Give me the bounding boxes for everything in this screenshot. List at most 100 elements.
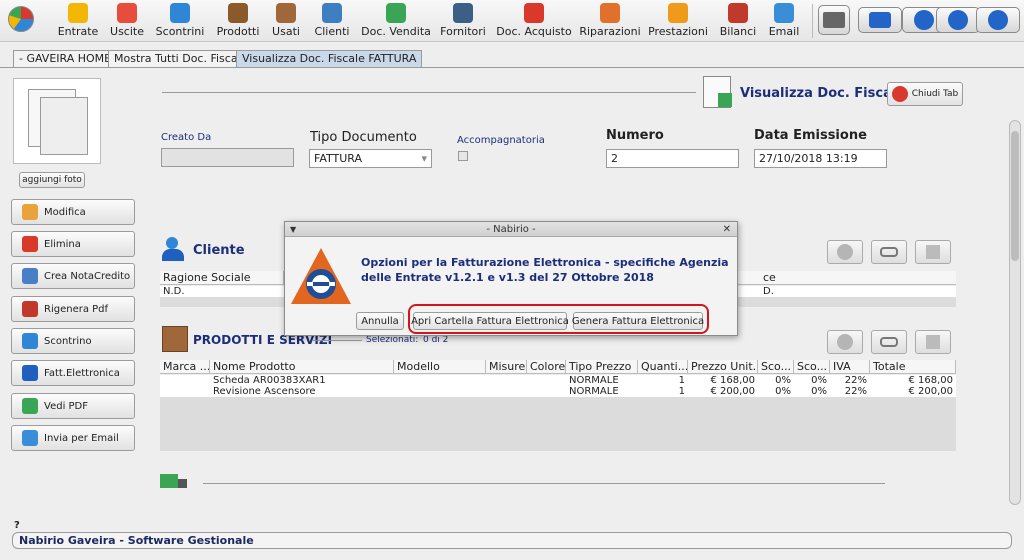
toolbar-item-icon [117, 3, 137, 23]
column-header[interactable]: ce [760, 271, 956, 285]
column-header[interactable]: Tipo Prezzo [566, 360, 638, 374]
client-add-button[interactable] [827, 240, 863, 264]
scrollbar-thumb[interactable] [1011, 131, 1019, 261]
truck-cab [178, 479, 187, 488]
toolbar-item[interactable]: Clienti [304, 0, 360, 40]
toolbar-item-label: Usati [272, 25, 300, 38]
toolbar-item-label: Clienti [314, 25, 350, 38]
dialog-menu-icon[interactable]: ▼ [290, 222, 296, 237]
column-header[interactable]: Quanti... [638, 360, 688, 374]
separator [812, 4, 813, 38]
agenzia-entrate-logo-icon [291, 248, 351, 304]
column-header[interactable]: Totale [870, 360, 956, 374]
toolbar-item[interactable]: Uscite [99, 0, 155, 40]
column-header[interactable]: Sco... [794, 360, 830, 374]
toolbar-item[interactable]: Doc. Vendita [361, 0, 431, 40]
toolbar-item-label: Prestazioni [648, 25, 708, 38]
toolbar-item-label: Prodotti [216, 25, 260, 38]
delete-icon [22, 236, 38, 252]
sidebar-button[interactable]: Elimina [11, 231, 135, 257]
minimize-button[interactable] [936, 7, 980, 33]
accompanying-checkbox[interactable] [458, 151, 468, 161]
sidebar-button[interactable]: Fatt.Elettronica [11, 360, 135, 386]
help-question[interactable]: ? [14, 520, 20, 531]
table-cell: 0% [811, 386, 827, 397]
power-button[interactable] [976, 7, 1020, 33]
toolbar-item-icon [774, 3, 794, 23]
column-header[interactable]: Prezzo Unit... [688, 360, 758, 374]
doc-type-label: Tipo Documento [310, 130, 417, 145]
toolbar-item[interactable]: Email [756, 0, 812, 40]
sidebar-button[interactable]: Scontrino [11, 328, 135, 354]
sidebar-button[interactable]: Rigenera Pdf [11, 296, 135, 322]
page-title: Visualizza Doc. Fiscale [740, 86, 906, 101]
client-delete-button[interactable] [915, 240, 951, 264]
sidebar-button-label: Crea NotaCredito [44, 270, 131, 282]
keyboard-icon [869, 12, 891, 28]
dialog-title: - Nabirio - [486, 224, 536, 235]
toolbar-item-label: Entrate [57, 25, 99, 38]
header-divider [162, 92, 696, 93]
app-logo-icon[interactable] [8, 6, 34, 32]
toolbar-item-icon [524, 3, 544, 23]
dialog-message: Opzioni per la Fatturazione Elettronica … [361, 256, 729, 284]
keyboard-button[interactable] [858, 7, 902, 33]
sidebar-button-label: Vedi PDF [44, 400, 89, 412]
sidebar-button-label: Scontrino [44, 335, 92, 347]
date-field[interactable]: 27/10/2018 13:19 [754, 149, 887, 168]
toolbar-item-icon [322, 3, 342, 23]
toolbar-item-label: Email [768, 25, 800, 38]
client-section-title: Cliente [193, 243, 245, 258]
created-by-field[interactable] [161, 148, 294, 167]
cash-register-icon [823, 12, 845, 28]
cancel-button[interactable]: Annulla [356, 312, 404, 330]
close-icon [891, 86, 908, 102]
sidebar-button[interactable]: Crea NotaCredito [11, 263, 135, 289]
column-header[interactable]: IVA [830, 360, 870, 374]
table-row[interactable]: Scheda AR00383XAR1 NORMALE 1 € 168,00 0% 0% 22… [160, 375, 956, 386]
table-cell: 22% [844, 375, 867, 386]
products-table: Scheda AR00383XAR1 NORMALE 1 € 168,00 0% 0% 22… [160, 375, 956, 451]
toolbar-item[interactable]: Riparazioni [579, 0, 641, 40]
toolbar-item[interactable]: Prestazioni [648, 0, 708, 40]
column-header[interactable]: Sco... [758, 360, 794, 374]
column-header[interactable]: Colore [527, 360, 566, 374]
column-header[interactable]: Ragione Sociale [160, 271, 284, 285]
table-row[interactable]: Revisione Ascensore NORMALE 1 € 200,00 0% 0% 2… [160, 386, 956, 397]
tab-all-fiscal-docs[interactable]: Mostra Tutti Doc. Fiscale [108, 50, 254, 67]
toolbar-item-icon [276, 3, 296, 23]
close-icon[interactable]: ✕ [723, 222, 731, 237]
table-cell: € 168,00 [908, 375, 953, 386]
box-icon [162, 326, 188, 352]
toolbar-item-icon [228, 3, 248, 23]
add-photo-button[interactable]: aggiungi foto [19, 172, 85, 188]
column-header[interactable]: Misure [486, 360, 527, 374]
close-tab-button[interactable]: Chiudi Tab [887, 82, 963, 106]
product-delete-button[interactable] [915, 330, 951, 354]
toolbar-item[interactable]: Entrate [50, 0, 106, 40]
sidebar-button[interactable]: Invia per Email [11, 425, 135, 451]
product-view-button[interactable] [871, 330, 907, 354]
table-cell: 0% [775, 375, 791, 386]
column-header[interactable]: Marca ... [160, 360, 210, 374]
sidebar-button[interactable]: Vedi PDF [11, 393, 135, 419]
toolbar-item[interactable]: Scontrini [152, 0, 208, 40]
document-thumbnail [13, 78, 101, 164]
gear-icon [914, 10, 934, 30]
toolbar-item[interactable]: Fornitori [435, 0, 491, 40]
delivery-divider [203, 483, 885, 484]
number-field[interactable]: 2 [606, 149, 739, 168]
main-toolbar: Entrate Uscite Scontrini Prodotti Usati Clien… [0, 0, 1024, 42]
toolbar-item[interactable]: Doc. Acquisto [496, 0, 572, 40]
doc-type-select[interactable]: FATTURA ▾ [309, 149, 432, 168]
product-add-button[interactable] [827, 330, 863, 354]
table-cell: € 200,00 [710, 386, 755, 397]
sidebar-button[interactable]: Modifica [11, 199, 135, 225]
table-cell: NORMALE [569, 375, 619, 386]
column-header[interactable]: Modello [394, 360, 486, 374]
column-header[interactable]: Nome Prodotto [210, 360, 394, 374]
client-view-button[interactable] [871, 240, 907, 264]
cash-register-button[interactable] [818, 5, 850, 35]
tab-view-invoice[interactable]: Visualizza Doc. Fiscale FATTURA [236, 50, 423, 67]
vertical-scrollbar[interactable] [1009, 120, 1021, 505]
